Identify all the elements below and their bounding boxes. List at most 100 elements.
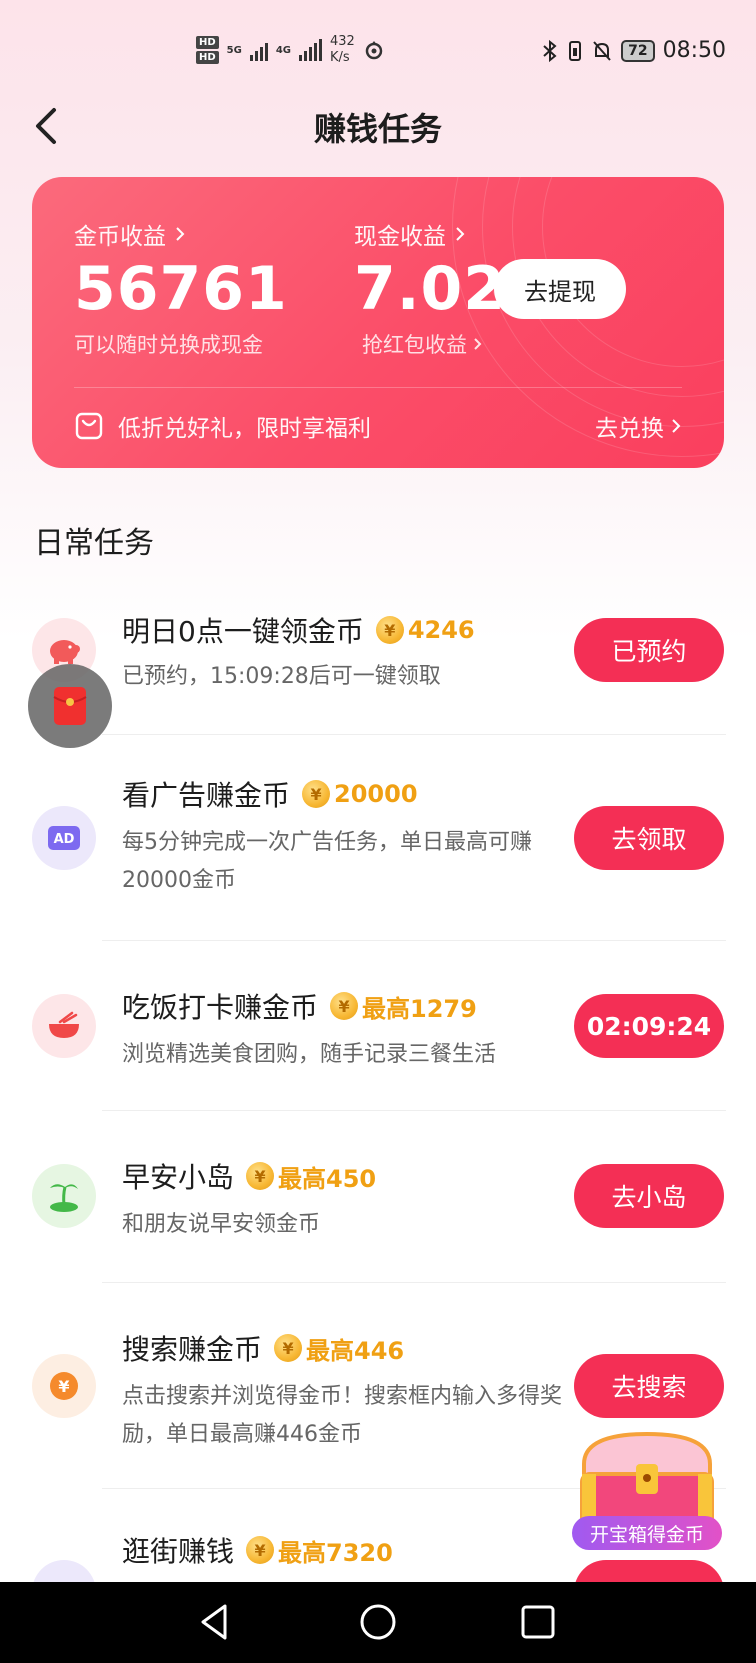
coin-earnings[interactable]: 金币收益 56761 可以随时兑换成现金	[74, 217, 288, 359]
cash-earnings-label: 现金收益	[354, 224, 446, 250]
red-packet-earnings-label: 抢红包收益	[362, 333, 467, 357]
task-title: 吃饭打卡赚金币	[122, 991, 319, 1024]
gold-coin-icon: ¥	[330, 992, 359, 1020]
task-description: 浏览精选美食团购，随手记录三餐生活	[122, 1042, 497, 1067]
task-reward: ¥ 最高446	[274, 1331, 404, 1366]
cash-earnings-value: 7.02	[354, 254, 507, 324]
task-reward: ¥ 最高7320	[246, 1533, 393, 1568]
network-speed: 432 K/s	[330, 34, 355, 66]
task-title-row: 搜索赚金币 ¥ 最高446	[122, 1328, 404, 1368]
task-title-row: 看广告赚金币 ¥ 20000	[122, 774, 418, 814]
svg-text:¥: ¥	[58, 1377, 69, 1396]
task-row: 明日0点一键领金币 ¥ 4246 已预约，15:09:28后可一键领取 已预约	[0, 600, 756, 730]
task-description: 已预约，15:09:28后可一键领取	[122, 664, 441, 689]
task-description: 和朋友说早安领金币	[122, 1212, 321, 1237]
chevron-right-icon	[456, 227, 465, 241]
task-title-row: 明日0点一键领金币 ¥ 4246	[122, 610, 475, 650]
clock: 08:50	[662, 38, 726, 63]
task-countdown-button[interactable]: 02:09:24	[574, 994, 724, 1058]
coin-earnings-value: 56761	[74, 254, 288, 324]
task-reward: ¥ 20000	[302, 780, 418, 808]
sim2-network-type: 4G	[275, 44, 292, 56]
gold-coin-icon: ¥	[302, 780, 331, 808]
gold-coin-icon: ¥	[246, 1536, 275, 1564]
network-speed-unit: K/s	[330, 50, 350, 65]
cash-earnings[interactable]: 现金收益 7.02 抢红包收益	[354, 217, 506, 359]
status-left: HD HD 5G 4G 432 K/s	[196, 34, 385, 66]
treasure-chest-label[interactable]: 开宝箱得金币	[572, 1516, 722, 1550]
earnings-card: 金币收益 56761 可以随时兑换成现金 现金收益 7.02 抢红包收益 去提现…	[32, 177, 724, 468]
card-divider	[74, 387, 682, 388]
status-right: 72 08:50	[541, 38, 726, 63]
task-divider	[102, 1282, 726, 1283]
task-title: 搜索赚金币	[122, 1333, 263, 1366]
island-palm-icon	[32, 1164, 96, 1228]
hd1-badge: HD	[196, 36, 219, 49]
gold-coin-icon: ¥	[274, 1334, 303, 1362]
food-bowl-icon	[32, 994, 96, 1058]
recents-square-icon[interactable]	[516, 1600, 560, 1644]
hd2-badge: HD	[196, 51, 219, 64]
task-button-reserved[interactable]: 已预约	[574, 618, 724, 682]
bluetooth-icon	[543, 39, 557, 62]
task-reward: ¥ 最高450	[246, 1159, 376, 1194]
yuan-coin-icon: ¥	[32, 1354, 96, 1418]
task-reward-value: 最高446	[306, 1336, 405, 1365]
sim2-signal-icon	[299, 39, 323, 61]
task-description: 点击搜索并浏览得金币！搜索框内输入多得奖励，单日最高赚446金币	[122, 1384, 563, 1447]
back-triangle-icon[interactable]	[193, 1600, 237, 1644]
red-packet-icon	[53, 687, 87, 725]
task-reward-value: 最高450	[278, 1164, 377, 1193]
promo-text: 低折兑好礼，限时享福利	[118, 416, 371, 442]
task-row: 早安小岛 ¥ 最高450 和朋友说早安领金币 去小岛	[0, 1144, 756, 1274]
page-title: 赚钱任务	[313, 110, 442, 148]
battery-icon: 72	[621, 39, 655, 62]
ad-icon: AD	[32, 806, 96, 870]
task-title: 逛街赚钱	[122, 1535, 235, 1568]
red-packet-earnings-link[interactable]: 抢红包收益	[362, 329, 506, 359]
home-circle-icon[interactable]	[356, 1600, 400, 1644]
task-title-row: 逛街赚钱 ¥ 最高7320	[122, 1530, 393, 1570]
task-button-shopping[interactable]	[574, 1560, 724, 1582]
sim1-network-type: 5G	[226, 44, 242, 56]
task-reward-value: 最高7320	[278, 1538, 393, 1567]
task-button-claim[interactable]: 去领取	[574, 806, 724, 870]
task-button-island[interactable]: 去小岛	[574, 1164, 724, 1228]
task-row: 吃饭打卡赚金币 ¥ 最高1279 浏览精选美食团购，随手记录三餐生活 02:09…	[0, 974, 756, 1104]
network-speed-value: 432	[330, 34, 355, 49]
gift-bag-icon	[75, 412, 103, 440]
task-row: AD 看广告赚金币 ¥ 20000 每5分钟完成一次广告任务，单日最高可赚200…	[0, 768, 756, 918]
floating-red-packet[interactable]	[28, 664, 112, 748]
hd-indicators: HD HD	[196, 36, 219, 64]
task-reward-value: 20000	[334, 780, 418, 808]
cash-earnings-label-row[interactable]: 现金收益	[354, 217, 506, 251]
status-bar: HD HD 5G 4G 432 K/s 72 08:50	[0, 0, 756, 100]
chevron-right-icon	[176, 227, 185, 241]
chevron-right-icon	[672, 419, 681, 433]
coin-earnings-label: 金币收益	[74, 224, 166, 250]
coin-earnings-label-row[interactable]: 金币收益	[74, 217, 288, 251]
task-reward-value: 4246	[407, 616, 475, 644]
sim1-signal-icon	[249, 39, 268, 61]
task-title: 看广告赚金币	[122, 779, 291, 812]
task-title-row: 吃饭打卡赚金币 ¥ 最高1279	[122, 986, 477, 1026]
system-nav-bar	[0, 1582, 756, 1663]
task-button-search[interactable]: 去搜索	[574, 1354, 724, 1418]
task-reward-value: 最高1279	[362, 994, 477, 1023]
gold-coin-icon: ¥	[246, 1162, 275, 1190]
task-divider	[102, 940, 726, 941]
task-title: 早安小岛	[122, 1161, 235, 1194]
section-title-daily-tasks: 日常任务	[34, 526, 154, 561]
task-title-row: 早安小岛 ¥ 最高450	[122, 1156, 376, 1196]
task-description: 每5分钟完成一次广告任务，单日最高可赚20000金币	[122, 830, 532, 893]
promo-banner[interactable]: 低折兑好礼，限时享福利	[74, 409, 371, 443]
task-reward: ¥ 4246	[375, 616, 475, 644]
exchange-link[interactable]: 去兑换	[595, 409, 682, 443]
task-divider	[102, 734, 726, 735]
chevron-right-icon	[474, 338, 482, 350]
svg-text:AD: AD	[54, 832, 75, 847]
shopping-bag-icon	[32, 1560, 96, 1582]
withdraw-button[interactable]: 去提现	[494, 259, 626, 319]
page-header: 赚钱任务	[0, 96, 756, 156]
mute-icon	[593, 40, 611, 61]
